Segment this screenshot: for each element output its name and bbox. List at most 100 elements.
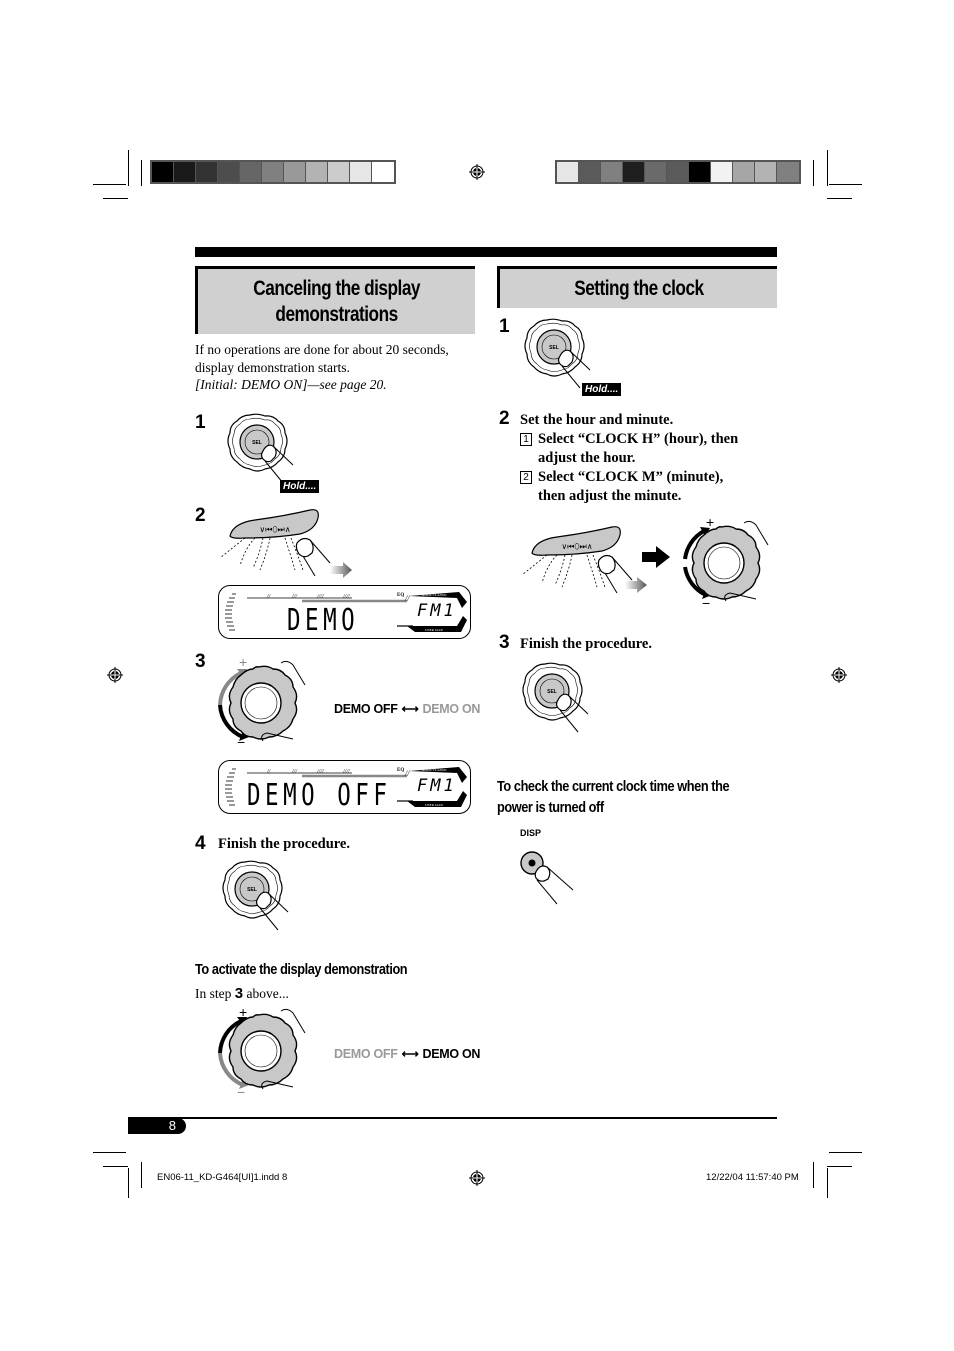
step-number: 3 [195, 651, 206, 672]
step-number: 1 [499, 316, 510, 337]
hold-label: Hold.... [280, 480, 320, 493]
lcd-eq-indicators: EQ ROCK CLASSIC USER JAZZ [397, 767, 467, 807]
lcd-main-text: DEMO [287, 603, 360, 638]
substep-number: 1 [520, 433, 532, 446]
color-swatch [196, 162, 218, 182]
activate-text-step: 3 [234, 985, 244, 1002]
demo-toggle-indicator: DEMO OFF ⟷ DEMO ON [334, 702, 480, 716]
print-slug-filename: EN06-11_KD-G464[UI]1.indd 8 [157, 1172, 288, 1183]
color-swatch [755, 162, 777, 182]
registration-mark-icon [469, 1170, 485, 1186]
check-clock-heading-line: power is turned off [497, 799, 604, 816]
color-swatch [667, 162, 689, 182]
control-dial-turn-icon: + − [683, 515, 769, 611]
demo-toggle-indicator: DEMO OFF ⟷ DEMO ON [334, 1047, 480, 1061]
color-swatch [579, 162, 601, 182]
lcd-bar-graph: /////////////// [247, 594, 410, 603]
header-rule [195, 247, 777, 257]
lcd-level-meter [225, 768, 236, 806]
section-title-text: Setting the clock [573, 276, 704, 300]
substep-clock-h: 1 Select “CLOCK H” (hour), then adjust th… [520, 430, 780, 468]
disp-button-press-icon [520, 851, 574, 905]
check-clock-heading: To check the current clock time when the… [497, 776, 770, 818]
svg-text:ROCK CLASSIC: ROCK CLASSIC [422, 768, 448, 772]
substep-line: adjust the hour. [538, 450, 636, 466]
color-calibration-bar-left [150, 160, 396, 184]
color-swatch [557, 162, 579, 182]
step-number: 1 [195, 412, 206, 433]
color-swatch [328, 162, 350, 182]
arrow-right-icon [642, 546, 670, 568]
svg-text:ROCK CLASSIC: ROCK CLASSIC [422, 593, 448, 597]
control-dial-turn-icon: + − [218, 1004, 306, 1099]
color-swatch [372, 162, 394, 182]
preset-tuning-buttons-press-icon: ∨⏮⬯⏭∧ [219, 509, 352, 578]
intro-line: display demonstration starts. [195, 359, 350, 375]
page-number: 8 [128, 1118, 186, 1134]
bidirectional-arrow-icon: ⟷ [401, 702, 419, 716]
step-number: 2 [195, 505, 206, 526]
sel-knob-press-icon: SEL [522, 662, 589, 733]
activate-text-post: above... [243, 986, 289, 1001]
step-text: Finish the procedure. [520, 636, 652, 652]
intro-text: If no operations are done for about 20 s… [195, 341, 485, 394]
section-title-setting-clock: Setting the clock [497, 266, 777, 308]
step-text: Set the hour and minute. [520, 412, 674, 428]
svg-text:EQ: EQ [397, 768, 404, 773]
intro-line: If no operations are done for about 20 s… [195, 342, 449, 357]
svg-text://: // [266, 769, 272, 775]
svg-text:SEL: SEL [247, 887, 257, 893]
svg-text:USER JAZZ: USER JAZZ [425, 803, 443, 807]
demo-on-label: DEMO ON [422, 1047, 481, 1061]
registration-mark-icon [107, 667, 123, 683]
activate-text-pre: In step [195, 986, 235, 1001]
substep-number: 2 [520, 471, 532, 484]
svg-text:SEL: SEL [547, 689, 557, 695]
svg-text:////: //// [342, 594, 351, 600]
substep-line: then adjust the minute. [538, 488, 682, 504]
svg-text:////: //// [316, 594, 325, 600]
registration-mark-icon [469, 164, 485, 180]
section-title-line: Canceling the display [253, 276, 420, 300]
color-swatch [689, 162, 711, 182]
svg-text:////: //// [342, 769, 351, 775]
svg-text:USER JAZZ: USER JAZZ [425, 628, 443, 632]
demo-off-label: DEMO OFF [334, 1047, 398, 1061]
activate-demo-heading-text: To activate the display demonstration [195, 961, 408, 978]
lcd-display-demo: /////////////// DEMO FM1 EQ ROCK CLASSIC U… [218, 585, 471, 639]
svg-text:///: /// [291, 594, 298, 600]
svg-text:∨⏮⬯⏭∧: ∨⏮⬯⏭∧ [561, 542, 592, 551]
color-swatch [623, 162, 645, 182]
svg-text:SEL: SEL [549, 345, 559, 351]
color-calibration-bar-right [555, 160, 801, 184]
preset-tuning-buttons-press-icon: ∨⏮⬯⏭∧ [521, 526, 647, 594]
step-number: 3 [499, 632, 510, 653]
registration-mark-icon [831, 667, 847, 683]
color-swatch [777, 162, 799, 182]
step-text: Finish the procedure. [218, 836, 350, 852]
activate-demo-heading: To activate the display demonstration [195, 959, 445, 980]
color-swatch [262, 162, 284, 182]
footer-rule [128, 1117, 777, 1119]
section-title-canceling-demo: Canceling the display demonstrations [195, 266, 475, 334]
color-swatch [152, 162, 174, 182]
lcd-display-demo-off: /////////////// DEMO OFF FM1 EQ ROCK CLAS… [218, 760, 471, 814]
color-swatch [601, 162, 623, 182]
svg-text:SEL: SEL [252, 440, 262, 446]
svg-text://: // [266, 594, 272, 600]
svg-text:+: + [239, 655, 247, 670]
control-dial-turn-icon: + − [218, 655, 306, 750]
svg-text:∨⏮⬯⏭∧: ∨⏮⬯⏭∧ [259, 525, 290, 534]
svg-text:EQ: EQ [397, 593, 404, 598]
color-swatch [350, 162, 372, 182]
print-slug-timestamp: 12/22/04 11:57:40 PM [706, 1172, 799, 1183]
activate-demo-text: In step 3 above... [195, 985, 289, 1003]
section-title-line: demonstrations [275, 302, 398, 326]
demo-on-label: DEMO ON [422, 702, 481, 716]
color-swatch [306, 162, 328, 182]
step-number: 2 [499, 408, 510, 429]
substep-line: Select “CLOCK M” (minute), [538, 469, 724, 485]
svg-text:////: //// [316, 769, 325, 775]
bidirectional-arrow-icon: ⟷ [401, 1047, 419, 1061]
lcd-bar-graph: /////////////// [247, 769, 410, 778]
